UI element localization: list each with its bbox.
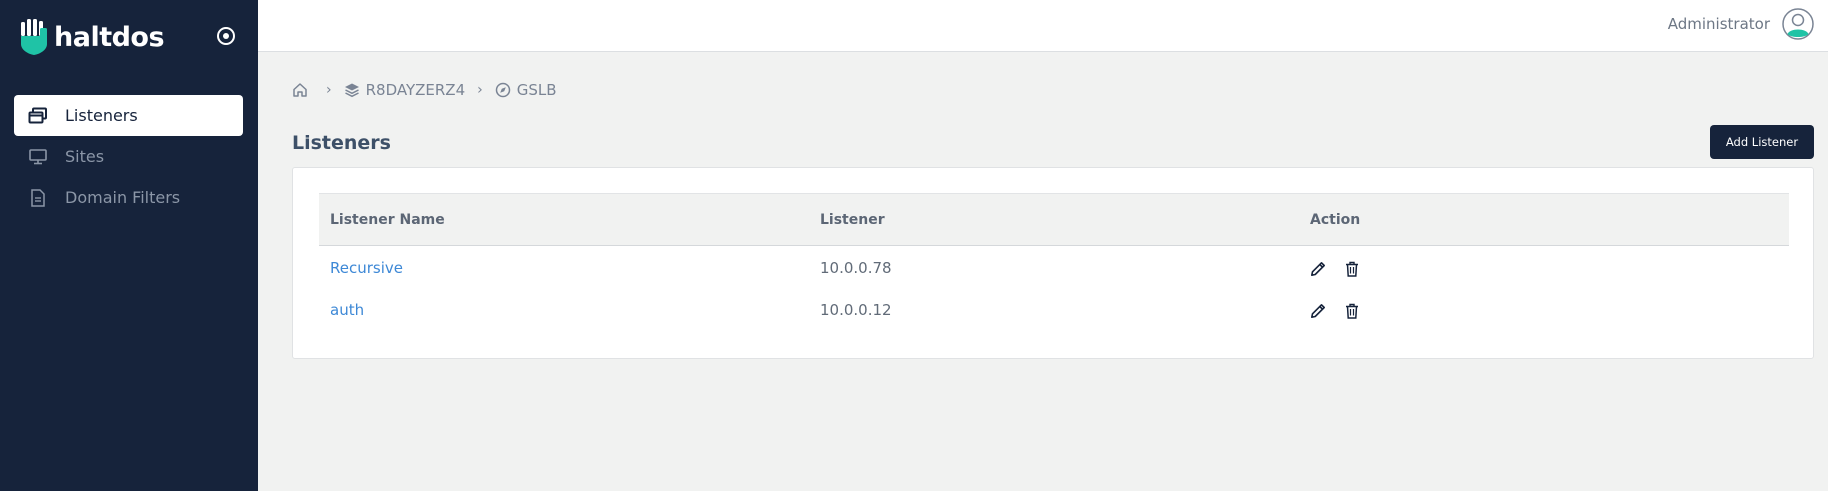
top-bar: Administrator bbox=[258, 0, 1828, 52]
column-header-listener: Listener bbox=[820, 211, 885, 228]
breadcrumb-separator: › bbox=[326, 82, 332, 98]
brand-logo[interactable]: haltdos bbox=[20, 18, 165, 56]
column-header-action: Action bbox=[1310, 211, 1361, 228]
sidebar: haltdos Listeners Sites Domain Filters bbox=[0, 0, 258, 491]
trash-icon bbox=[1345, 261, 1358, 277]
pencil-icon bbox=[1311, 261, 1325, 276]
delete-button[interactable] bbox=[1345, 261, 1359, 277]
pencil-icon bbox=[1311, 303, 1325, 318]
edit-button[interactable] bbox=[1310, 303, 1326, 319]
listener-name-link[interactable]: Recursive bbox=[330, 259, 403, 277]
listeners-table: Listener Name Listener Action Recursive … bbox=[319, 193, 1789, 332]
sidebar-item-sites[interactable]: Sites bbox=[14, 136, 243, 177]
breadcrumb-label: R8DAYZERZ4 bbox=[365, 81, 466, 99]
avatar-icon bbox=[1782, 8, 1814, 40]
table-row: Recursive 10.0.0.78 bbox=[319, 246, 1789, 289]
listener-address-cell: 10.0.0.78 bbox=[820, 259, 892, 278]
haltdos-logo-icon bbox=[21, 19, 47, 55]
column-header-listener-name: Listener Name bbox=[330, 211, 445, 228]
breadcrumb: › R8DAYZERZ4 › GSLB bbox=[292, 81, 557, 99]
compass-icon bbox=[495, 82, 510, 98]
collapse-sidebar-icon[interactable] bbox=[215, 25, 237, 47]
sidebar-item-listeners[interactable]: Listeners bbox=[14, 95, 243, 136]
breadcrumb-item-instance[interactable]: R8DAYZERZ4 bbox=[344, 81, 466, 99]
document-icon bbox=[25, 185, 51, 211]
breadcrumb-label: GSLB bbox=[516, 81, 557, 99]
table-row: auth 10.0.0.12 bbox=[319, 289, 1789, 332]
sidebar-item-label: Domain Filters bbox=[65, 188, 181, 207]
delete-button[interactable] bbox=[1345, 303, 1359, 319]
listener-name-cell: Recursive bbox=[319, 246, 809, 289]
monitor-icon bbox=[25, 144, 51, 170]
sidebar-item-label: Listeners bbox=[65, 106, 138, 125]
breadcrumb-item-gslb[interactable]: GSLB bbox=[495, 81, 557, 99]
action-cell bbox=[1299, 246, 1789, 289]
layers-icon bbox=[344, 83, 359, 98]
listener-name-cell: auth bbox=[319, 289, 809, 332]
edit-button[interactable] bbox=[1310, 261, 1326, 277]
listener-name-link[interactable]: auth bbox=[330, 301, 364, 319]
sidebar-item-domain-filters[interactable]: Domain Filters bbox=[14, 177, 243, 218]
user-name: Administrator bbox=[1667, 15, 1770, 33]
home-icon bbox=[293, 83, 307, 97]
listener-address-cell: 10.0.0.12 bbox=[820, 301, 892, 319]
action-cell bbox=[1299, 289, 1789, 332]
sidebar-item-label: Sites bbox=[65, 147, 105, 166]
add-listener-button[interactable]: Add Listener bbox=[1710, 125, 1814, 159]
breadcrumb-separator: › bbox=[477, 82, 483, 98]
windows-stack-icon bbox=[25, 103, 51, 129]
trash-icon bbox=[1345, 303, 1358, 319]
table-header-row: Listener Name Listener Action bbox=[319, 193, 1789, 246]
brand-name: haltdos bbox=[54, 21, 165, 53]
listeners-card: Listener Name Listener Action Recursive … bbox=[292, 167, 1814, 359]
page-title: Listeners bbox=[292, 132, 391, 154]
user-menu[interactable]: Administrator bbox=[1668, 8, 1814, 40]
breadcrumb-home[interactable] bbox=[292, 82, 314, 98]
sidebar-nav: Listeners Sites Domain Filters bbox=[14, 95, 243, 218]
